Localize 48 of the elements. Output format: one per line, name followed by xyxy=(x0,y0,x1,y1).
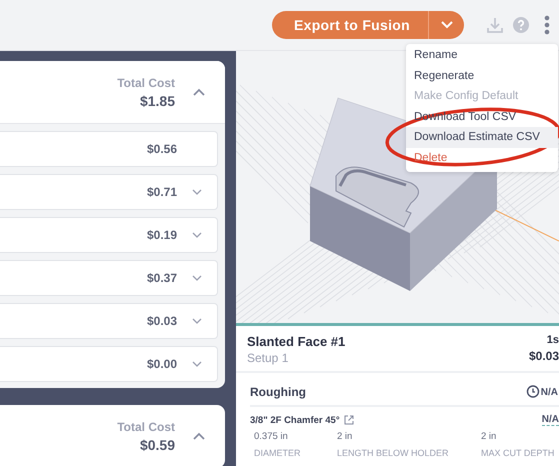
external-link-icon[interactable] xyxy=(344,415,354,425)
more-options-icon[interactable] xyxy=(544,15,550,35)
menu-item[interactable]: Download Estimate CSV xyxy=(406,127,558,148)
menu-item[interactable]: Delete xyxy=(406,148,558,168)
spec-label: DIAMETER xyxy=(254,448,302,458)
chevron-down-icon[interactable] xyxy=(192,189,202,195)
total-cost-value: $0.59 xyxy=(140,436,175,452)
total-cost-label: Total Cost xyxy=(117,420,175,434)
operation-type: Roughing xyxy=(250,385,306,399)
spec-label: MAX CUT DEPTH xyxy=(481,448,554,458)
operation-cost: $0.03 xyxy=(528,349,559,363)
chevron-up-icon[interactable] xyxy=(193,432,205,440)
cost-row[interactable]: $0.71 xyxy=(0,174,218,210)
tool-name: 3/8" 2F Chamfer 45° xyxy=(250,414,340,426)
row-cost: $0.71 xyxy=(146,185,177,199)
total-cost-value: $1.85 xyxy=(140,92,175,108)
operation-title: Slanted Face #1 xyxy=(247,334,346,349)
operation-status: N/A xyxy=(540,386,558,398)
chevron-down-icon[interactable] xyxy=(192,275,202,281)
export-options-button[interactable] xyxy=(428,11,464,39)
clock-icon xyxy=(526,385,540,399)
chevron-down-icon[interactable] xyxy=(192,318,202,324)
setup-label: Setup 1 xyxy=(247,351,290,365)
row-cost: $0.37 xyxy=(146,271,177,285)
row-cost: $0.19 xyxy=(146,228,177,242)
spec-value: 2 in xyxy=(337,431,354,442)
chevron-down-icon[interactable] xyxy=(192,361,202,367)
spec-label: LENGTH BELOW HOLDER xyxy=(337,448,450,458)
chevron-down-icon[interactable] xyxy=(192,232,202,238)
caret-icon xyxy=(440,21,452,29)
cost-row[interactable]: $0.03 xyxy=(0,303,218,339)
chevron-up-icon[interactable] xyxy=(193,88,205,96)
row-cost: $0.00 xyxy=(146,357,177,371)
cost-row[interactable]: $0.00 xyxy=(0,346,218,382)
spec-value: 0.375 in xyxy=(254,431,289,442)
help-icon[interactable] xyxy=(512,16,530,34)
download-icon[interactable] xyxy=(486,16,504,34)
total-cost-label: Total Cost xyxy=(117,76,175,90)
row-cost: $0.56 xyxy=(146,142,177,156)
spec-value: 2 in xyxy=(481,431,498,442)
menu-item[interactable]: Regenerate xyxy=(406,66,558,86)
menu-item[interactable]: Rename xyxy=(406,45,558,66)
row-cost: $0.03 xyxy=(146,314,177,328)
cost-row[interactable]: $0.56 xyxy=(0,131,218,167)
operation-time: 1s xyxy=(546,334,559,346)
tool-value-link[interactable]: N/A xyxy=(542,414,559,426)
cost-row[interactable]: $0.37 xyxy=(0,260,218,296)
cost-row[interactable]: $0.19 xyxy=(0,217,218,253)
